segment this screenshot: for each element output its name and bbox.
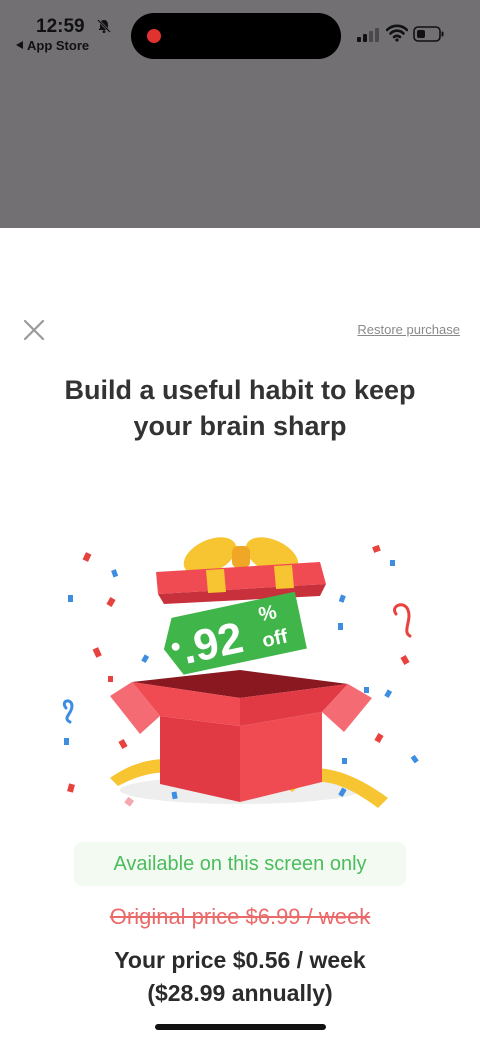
recording-indicator-icon [147,29,161,43]
status-time: 12:59 [36,16,85,37]
bell-slash-icon [97,19,111,33]
availability-banner: Available on this screen only [74,842,406,886]
dynamic-island [131,13,341,59]
availability-text: Available on this screen only [113,852,367,875]
signal-icon [357,28,379,42]
home-indicator[interactable] [155,1024,326,1030]
back-label: App Store [27,38,90,53]
close-icon[interactable] [22,318,46,342]
your-price-weekly: Your price $0.56 / week [114,947,366,973]
back-to-app-store[interactable]: App Store [16,38,89,53]
wifi-icon [386,24,408,42]
discount-tag: .92 % off [163,591,307,675]
restore-purchase-link[interactable]: Restore purchase [357,322,460,337]
paywall-headline: Build a useful habit to keep your brain … [30,372,450,444]
headline-line-1: Build a useful habit to keep [64,375,416,405]
battery-icon [413,26,444,42]
your-price: Your price $0.56 / week ($28.99 annually… [0,944,480,1010]
gift-lid [156,537,326,604]
headline-line-2: your brain sharp [133,411,347,441]
back-arrow-icon [16,41,23,49]
your-price-annual: ($28.99 annually) [147,980,333,1006]
original-price: Original price $6.99 / week [109,904,371,929]
gift-box-illustration: .92 % off [62,537,419,808]
